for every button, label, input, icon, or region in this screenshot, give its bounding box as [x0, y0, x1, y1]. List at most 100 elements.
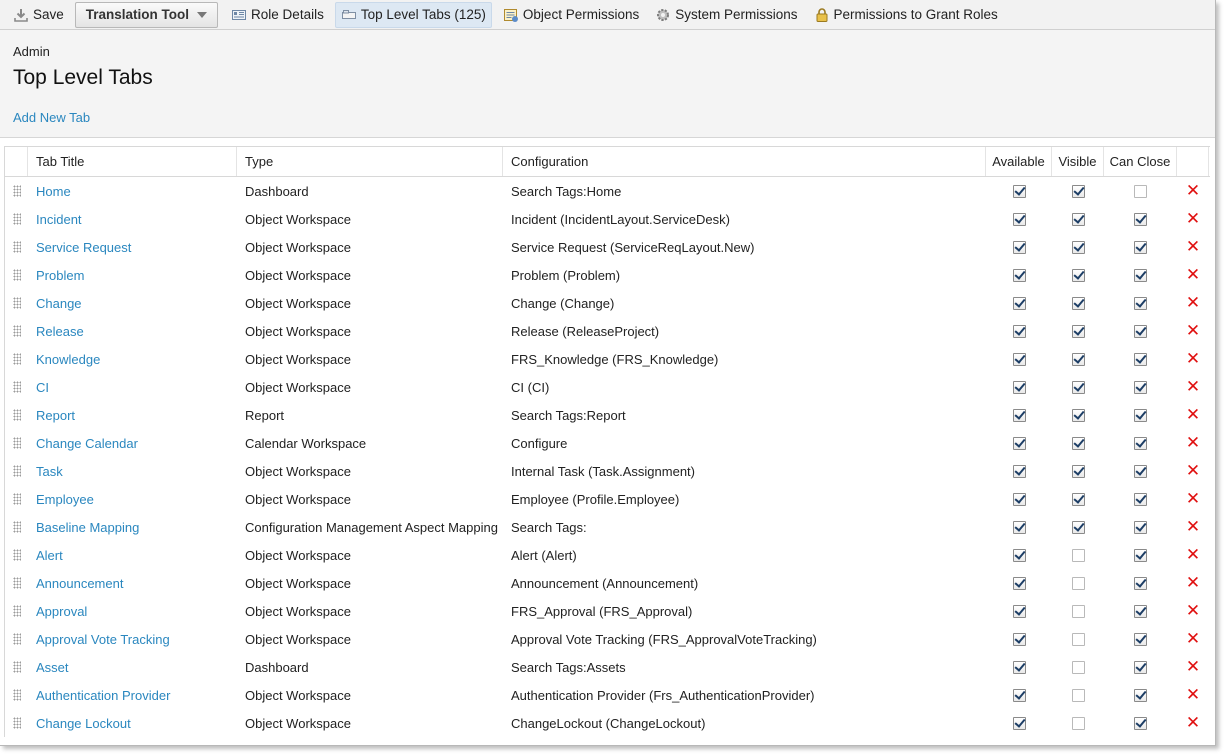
tab-title-link[interactable]: Change Calendar [28, 436, 237, 451]
delete-icon[interactable]: ✕ [1186, 379, 1200, 396]
visible-checkbox[interactable] [1071, 296, 1085, 310]
visible-checkbox[interactable] [1071, 688, 1085, 702]
can-close-checkbox[interactable] [1134, 716, 1147, 730]
delete-icon[interactable]: ✕ [1186, 323, 1200, 340]
tab-title-link[interactable]: Service Request [28, 240, 237, 255]
tab-permissions-to-grant-roles[interactable]: Permissions to Grant Roles [809, 2, 1003, 28]
visible-checkbox[interactable] [1071, 520, 1085, 534]
available-checkbox[interactable] [1012, 240, 1026, 254]
visible-checkbox[interactable] [1071, 268, 1085, 282]
visible-checkbox[interactable] [1071, 604, 1085, 618]
column-header-tab-title[interactable]: Tab Title [28, 147, 237, 176]
save-button[interactable]: Save [8, 2, 69, 28]
drag-handle[interactable] [5, 297, 28, 309]
visible-checkbox[interactable] [1071, 632, 1085, 646]
visible-checkbox[interactable] [1071, 380, 1085, 394]
available-checkbox[interactable] [1012, 408, 1026, 422]
can-close-checkbox[interactable] [1134, 520, 1147, 534]
can-close-checkbox[interactable] [1134, 660, 1147, 674]
drag-handle[interactable] [5, 241, 28, 253]
tab-system-permissions[interactable]: System Permissions [650, 2, 802, 28]
available-checkbox[interactable] [1012, 324, 1026, 338]
drag-handle[interactable] [5, 633, 28, 645]
visible-checkbox[interactable] [1071, 240, 1085, 254]
available-checkbox[interactable] [1012, 576, 1026, 590]
drag-handle[interactable] [5, 409, 28, 421]
available-checkbox[interactable] [1012, 660, 1026, 674]
drag-handle[interactable] [5, 605, 28, 617]
column-header-available[interactable]: Available [986, 147, 1052, 176]
column-header-visible[interactable]: Visible [1052, 147, 1104, 176]
column-header-type[interactable]: Type [237, 147, 503, 176]
drag-handle[interactable] [5, 717, 28, 729]
tab-title-link[interactable]: CI [28, 380, 237, 395]
delete-icon[interactable]: ✕ [1186, 547, 1200, 564]
available-checkbox[interactable] [1012, 296, 1026, 310]
tab-title-link[interactable]: Approval Vote Tracking [28, 632, 237, 647]
available-checkbox[interactable] [1012, 184, 1026, 198]
available-checkbox[interactable] [1012, 380, 1026, 394]
column-header-configuration[interactable]: Configuration [503, 147, 986, 176]
delete-icon[interactable]: ✕ [1186, 267, 1200, 284]
column-header-can-close[interactable]: Can Close [1104, 147, 1177, 176]
tab-top-level-tabs[interactable]: Top Level Tabs (125) [334, 1, 492, 28]
tab-title-link[interactable]: Report [28, 408, 237, 423]
available-checkbox[interactable] [1012, 548, 1026, 562]
available-checkbox[interactable] [1012, 716, 1026, 730]
available-checkbox[interactable] [1012, 604, 1026, 618]
delete-icon[interactable]: ✕ [1186, 435, 1200, 452]
tab-title-link[interactable]: Home [28, 184, 237, 199]
tab-title-link[interactable]: Employee [28, 492, 237, 507]
drag-handle[interactable] [5, 185, 28, 197]
delete-icon[interactable]: ✕ [1186, 407, 1200, 424]
can-close-checkbox[interactable] [1134, 408, 1147, 422]
can-close-checkbox[interactable] [1134, 324, 1147, 338]
can-close-checkbox[interactable] [1134, 604, 1147, 618]
drag-handle[interactable] [5, 465, 28, 477]
visible-checkbox[interactable] [1071, 212, 1085, 226]
can-close-checkbox[interactable] [1134, 240, 1147, 254]
available-checkbox[interactable] [1012, 436, 1026, 450]
available-checkbox[interactable] [1012, 268, 1026, 282]
tab-title-link[interactable]: Baseline Mapping [28, 520, 237, 535]
delete-icon[interactable]: ✕ [1186, 491, 1200, 508]
delete-icon[interactable]: ✕ [1186, 687, 1200, 704]
tab-title-link[interactable]: Problem [28, 268, 237, 283]
available-checkbox[interactable] [1012, 688, 1026, 702]
tab-title-link[interactable]: Task [28, 464, 237, 479]
tab-title-link[interactable]: Knowledge [28, 352, 237, 367]
drag-handle[interactable] [5, 213, 28, 225]
visible-checkbox[interactable] [1071, 492, 1085, 506]
visible-checkbox[interactable] [1071, 548, 1085, 562]
can-close-checkbox[interactable] [1134, 632, 1147, 646]
drag-handle[interactable] [5, 661, 28, 673]
can-close-checkbox[interactable] [1134, 492, 1147, 506]
tab-title-link[interactable]: Announcement [28, 576, 237, 591]
translation-tool-dropdown[interactable]: Translation Tool [74, 1, 219, 28]
visible-checkbox[interactable] [1071, 660, 1085, 674]
delete-icon[interactable]: ✕ [1186, 239, 1200, 256]
available-checkbox[interactable] [1012, 632, 1026, 646]
available-checkbox[interactable] [1012, 492, 1026, 506]
visible-checkbox[interactable] [1071, 436, 1085, 450]
can-close-checkbox[interactable] [1134, 576, 1147, 590]
can-close-checkbox[interactable] [1134, 352, 1147, 366]
visible-checkbox[interactable] [1071, 716, 1085, 730]
delete-icon[interactable]: ✕ [1186, 211, 1200, 228]
drag-handle[interactable] [5, 689, 28, 701]
delete-icon[interactable]: ✕ [1186, 519, 1200, 536]
delete-icon[interactable]: ✕ [1186, 183, 1200, 200]
tab-title-link[interactable]: Change [28, 296, 237, 311]
tab-title-link[interactable]: Alert [28, 548, 237, 563]
tab-title-link[interactable]: Approval [28, 604, 237, 619]
available-checkbox[interactable] [1012, 352, 1026, 366]
visible-checkbox[interactable] [1071, 576, 1085, 590]
available-checkbox[interactable] [1012, 212, 1026, 226]
tab-title-link[interactable]: Release [28, 324, 237, 339]
drag-handle[interactable] [5, 493, 28, 505]
visible-checkbox[interactable] [1071, 184, 1085, 198]
tab-role-details[interactable]: Role Details [226, 2, 329, 28]
drag-handle[interactable] [5, 353, 28, 365]
drag-handle[interactable] [5, 269, 28, 281]
tab-object-permissions[interactable]: Object Permissions [498, 2, 644, 28]
